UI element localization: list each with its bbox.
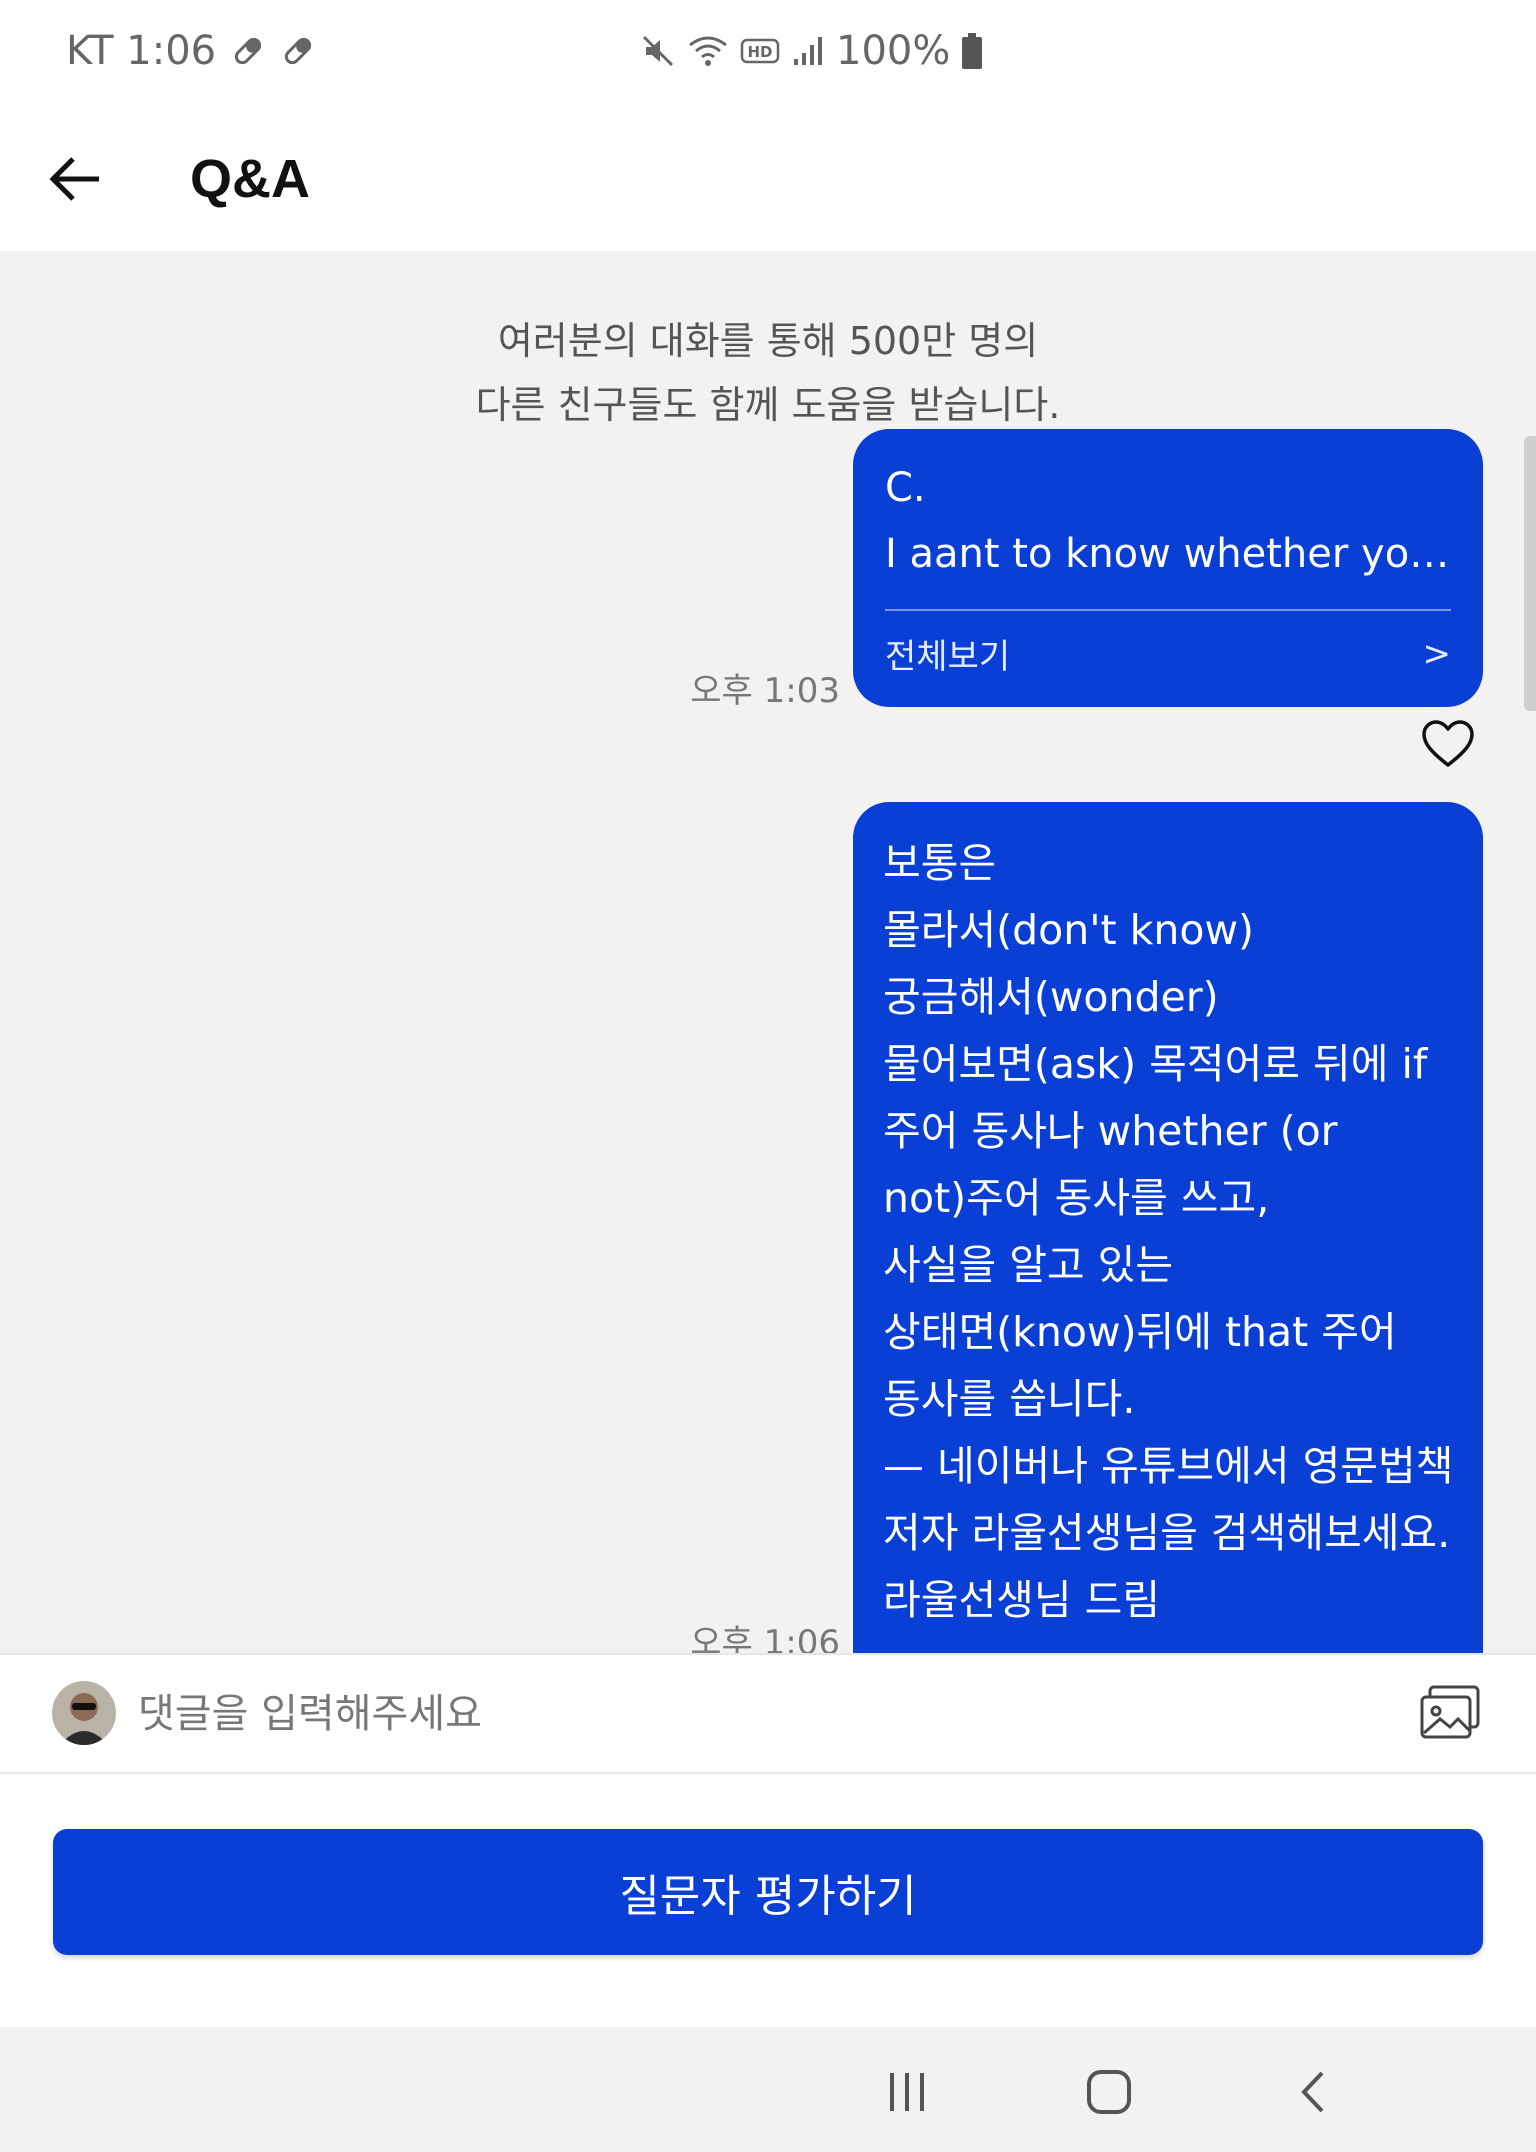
chevron-right-icon: > bbox=[1422, 633, 1452, 674]
message-bubble[interactable]: 보통은 몰라서(don't know) 궁금해서(wonder) 물어보면(as… bbox=[853, 802, 1483, 1653]
system-nav-bar bbox=[0, 2027, 1536, 2152]
message-line: 동사를 씁니다. bbox=[883, 1375, 1136, 1423]
message-line: C. bbox=[885, 465, 926, 511]
chat-notice: 여러분의 대화를 통해 500만 명의 다른 친구들도 함께 도움을 받습니다. bbox=[0, 309, 1536, 437]
recents-icon bbox=[890, 2073, 924, 2111]
view-all-link[interactable]: 전체보기 > bbox=[885, 629, 1451, 678]
message-bubble[interactable]: C. I aant to know whether you... 전체보기 > bbox=[853, 429, 1483, 707]
message-time: 오후 1:03 bbox=[690, 671, 840, 711]
arrow-left-icon bbox=[49, 157, 99, 201]
message-line: — 네이버나 유튜브에서 영문법책 bbox=[883, 1442, 1454, 1490]
carrier-time: KT 1:06 bbox=[66, 28, 217, 74]
status-right: HD 100% bbox=[640, 28, 984, 74]
message-line: 물어보면(ask) 목적어로 뒤에 if bbox=[883, 1040, 1428, 1088]
message-line: 보통은 bbox=[883, 839, 997, 887]
battery-icon bbox=[962, 33, 983, 69]
image-upload-button[interactable] bbox=[1418, 1683, 1482, 1743]
home-button[interactable] bbox=[1074, 2057, 1144, 2127]
hd-icon: HD bbox=[740, 38, 780, 64]
message-line: 궁금해서(wonder) bbox=[883, 973, 1219, 1021]
battery-percent: 100% bbox=[836, 28, 951, 74]
message-line: 주어 동사나 whether (or bbox=[883, 1107, 1338, 1155]
view-all-label: 전체보기 bbox=[885, 637, 1011, 677]
message-line: 라울선생님 드림 bbox=[883, 1576, 1161, 1624]
bottom-action-area: 질문자 평가하기 bbox=[0, 1774, 1536, 2027]
chat-area[interactable]: 여러분의 대화를 통해 500만 명의 다른 친구들도 함께 도움을 받습니다.… bbox=[0, 251, 1536, 1653]
page-title: Q&A bbox=[190, 149, 310, 209]
back-chevron-icon bbox=[1301, 2071, 1324, 2113]
heart-icon[interactable] bbox=[1420, 717, 1476, 773]
message-line: 몰라서(don't know) bbox=[883, 906, 1254, 954]
pill-icon bbox=[234, 37, 262, 65]
svg-text:HD: HD bbox=[747, 43, 772, 61]
notice-line: 여러분의 대화를 통해 500만 명의 bbox=[497, 319, 1039, 363]
mute-icon bbox=[642, 35, 674, 67]
rate-asker-button[interactable]: 질문자 평가하기 bbox=[53, 1829, 1483, 1955]
status-bar: KT 1:06 HD 100% bbox=[0, 0, 1536, 108]
message-line: not)주어 동사를 쓰고, bbox=[883, 1174, 1270, 1222]
comment-bar bbox=[0, 1653, 1536, 1774]
home-icon bbox=[1087, 2070, 1131, 2114]
back-button[interactable] bbox=[40, 144, 110, 214]
status-left: KT 1:06 bbox=[66, 28, 316, 74]
signal-icon bbox=[794, 37, 822, 65]
scrollbar[interactable] bbox=[1524, 436, 1536, 711]
notice-line: 다른 친구들도 함께 도움을 받습니다. bbox=[475, 383, 1061, 427]
message-line: 저자 라울선생님을 검색해보세요. bbox=[883, 1509, 1451, 1557]
message-time: 오후 1:06 bbox=[690, 1623, 840, 1653]
comment-input[interactable] bbox=[136, 1673, 1390, 1755]
divider bbox=[885, 609, 1451, 611]
app-bar: Q&A bbox=[0, 108, 1536, 251]
avatar bbox=[52, 1681, 116, 1745]
message-line: I aant to know whether you... bbox=[885, 531, 1451, 577]
nav-back-button[interactable] bbox=[1278, 2057, 1348, 2127]
pill-icon bbox=[284, 37, 312, 65]
message-line: 상태면(know)뒤에 that 주어 bbox=[883, 1308, 1397, 1356]
recents-button[interactable] bbox=[872, 2057, 942, 2127]
image-gallery-icon bbox=[1420, 1685, 1480, 1739]
wifi-icon bbox=[689, 36, 727, 66]
message-line: 사실을 알고 있는 bbox=[883, 1241, 1174, 1289]
